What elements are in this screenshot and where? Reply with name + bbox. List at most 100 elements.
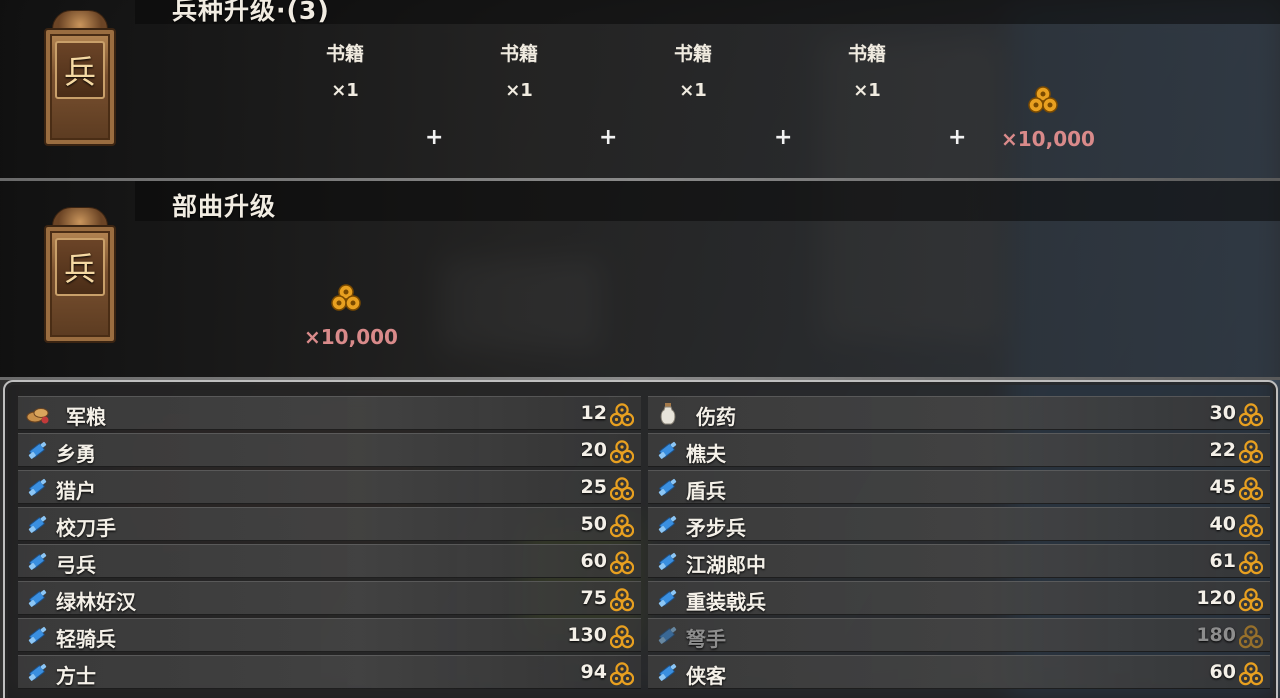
scroll-icon <box>656 513 680 537</box>
shop-item-row[interactable]: 弩手 180 <box>648 618 1270 652</box>
requirement-book-1: 书籍 ×1 <box>295 39 395 101</box>
shop-item-price: 12 <box>580 402 607 424</box>
shop-item-price: 50 <box>580 513 607 535</box>
shop-item-price: 45 <box>1209 476 1236 498</box>
shop-item-row[interactable]: 侠客 60 <box>648 655 1270 689</box>
coin-icon <box>1239 440 1263 464</box>
shop-item-label: 方士 <box>56 664 96 688</box>
plus-sign: + <box>599 125 618 150</box>
coin-icon <box>610 551 634 575</box>
requirement-name: 书籍 <box>847 43 886 65</box>
coin-icon <box>1239 662 1263 686</box>
scroll-icon <box>26 587 50 611</box>
scroll-icon <box>656 587 680 611</box>
medicine-jar-icon <box>656 402 680 426</box>
shop-item-row[interactable]: 樵夫 22 <box>648 433 1270 467</box>
shop-item-label: 侠客 <box>686 664 726 688</box>
shop-item-price: 20 <box>580 439 607 461</box>
coin-icon <box>610 625 634 649</box>
shop-item-row[interactable]: 军粮 12 <box>18 396 641 430</box>
coin-icon <box>1239 403 1263 427</box>
food-sacks-icon <box>26 402 50 426</box>
shop-item-price: 61 <box>1209 550 1236 572</box>
shop-item-row[interactable]: 盾兵 45 <box>648 470 1270 504</box>
coin-icon <box>1239 625 1263 649</box>
troop-upgrade-section: 部曲升级 兵 ×10,000 <box>0 181 1280 377</box>
shop-item-price: 130 <box>567 624 607 646</box>
plus-sign: + <box>774 125 793 150</box>
requirement-qty: ×1 <box>505 80 533 101</box>
scroll-icon <box>656 550 680 574</box>
coin-icon <box>610 440 634 464</box>
troop-upgrade-title: 部曲升级 <box>172 192 277 221</box>
scroll-icon <box>26 513 50 537</box>
shop-item-label: 弩手 <box>686 627 726 651</box>
shop-item-row[interactable]: 猎户 25 <box>18 470 641 504</box>
coin-icon <box>1239 514 1263 538</box>
shop-item-label: 伤药 <box>696 405 736 429</box>
requirement-qty: ×1 <box>331 80 359 101</box>
shop-item-price: 180 <box>1196 624 1236 646</box>
shop-item-label: 弓兵 <box>56 553 96 577</box>
scroll-icon <box>656 439 680 463</box>
shop-item-row[interactable]: 轻骑兵 130 <box>18 618 641 652</box>
unit-upgrade-title: 兵种升级·(3) <box>172 0 330 25</box>
requirement-book-4: 书籍 ×1 <box>817 39 917 101</box>
requirement-qty: ×1 <box>853 80 881 101</box>
shop-item-row[interactable]: 矛步兵 40 <box>648 507 1270 541</box>
shop-item-row[interactable]: 方士 94 <box>18 655 641 689</box>
shop-item-price: 60 <box>580 550 607 572</box>
plus-sign: + <box>948 125 967 150</box>
scroll-icon <box>26 661 50 685</box>
requirement-name: 书籍 <box>325 43 364 65</box>
scroll-icon <box>26 550 50 574</box>
requirement-name: 书籍 <box>673 43 712 65</box>
requirement-qty: ×1 <box>679 80 707 101</box>
shop-item-price: 40 <box>1209 513 1236 535</box>
shop-item-row[interactable]: 伤药 30 <box>648 396 1270 430</box>
coin-icon <box>610 514 634 538</box>
shop-item-row[interactable]: 校刀手 50 <box>18 507 641 541</box>
shop-item-label: 樵夫 <box>686 442 726 466</box>
shop-item-label: 绿林好汉 <box>56 590 136 614</box>
coin-icon <box>610 477 634 501</box>
shop-item-price: 75 <box>580 587 607 609</box>
coin-icon <box>610 662 634 686</box>
shop-item-price: 22 <box>1209 439 1236 461</box>
shop-item-price: 120 <box>1196 587 1236 609</box>
shop-item-label: 重装戟兵 <box>686 590 766 614</box>
shop-item-label: 轻骑兵 <box>56 627 116 651</box>
section-header-band <box>135 181 1280 221</box>
requirement-book-3: 书籍 ×1 <box>643 39 743 101</box>
shop-item-label: 军粮 <box>66 405 106 429</box>
troop-upgrade-coin-cost: ×10,000 <box>304 325 398 349</box>
scroll-icon <box>26 624 50 648</box>
shop-item-label: 矛步兵 <box>686 516 746 540</box>
plus-sign: + <box>425 125 444 150</box>
shop-item-row[interactable]: 重装戟兵 120 <box>648 581 1270 615</box>
scroll-icon <box>26 439 50 463</box>
plaque-emblem: 兵 <box>55 238 105 296</box>
coin-icon <box>610 588 634 612</box>
coin-icon <box>1239 588 1263 612</box>
shop-item-price: 94 <box>580 661 607 683</box>
scroll-icon <box>26 476 50 500</box>
shop-item-price: 30 <box>1209 402 1236 424</box>
unit-upgrade-coin-cost: ×10,000 <box>1001 127 1095 151</box>
shop-item-label: 盾兵 <box>686 479 726 503</box>
shop-item-row[interactable]: 弓兵 60 <box>18 544 641 578</box>
coin-icon <box>1239 477 1263 501</box>
unit-upgrade-section: 兵种升级·(3) 兵 书籍 ×1 书籍 ×1 书籍 ×1 书籍 ×1 + + +… <box>0 0 1280 178</box>
scroll-icon <box>656 476 680 500</box>
shop-item-label: 猎户 <box>56 479 96 503</box>
shop-item-label: 校刀手 <box>56 516 116 540</box>
plaque-emblem: 兵 <box>55 41 105 99</box>
coin-icon <box>1239 551 1263 575</box>
shop-item-row[interactable]: 江湖郎中 61 <box>648 544 1270 578</box>
scroll-icon <box>656 624 680 648</box>
shop-item-row[interactable]: 乡勇 20 <box>18 433 641 467</box>
coin-stack-icon <box>331 284 361 311</box>
shop-item-row[interactable]: 绿林好汉 75 <box>18 581 641 615</box>
shop-item-price: 60 <box>1209 661 1236 683</box>
requirement-book-2: 书籍 ×1 <box>469 39 569 101</box>
